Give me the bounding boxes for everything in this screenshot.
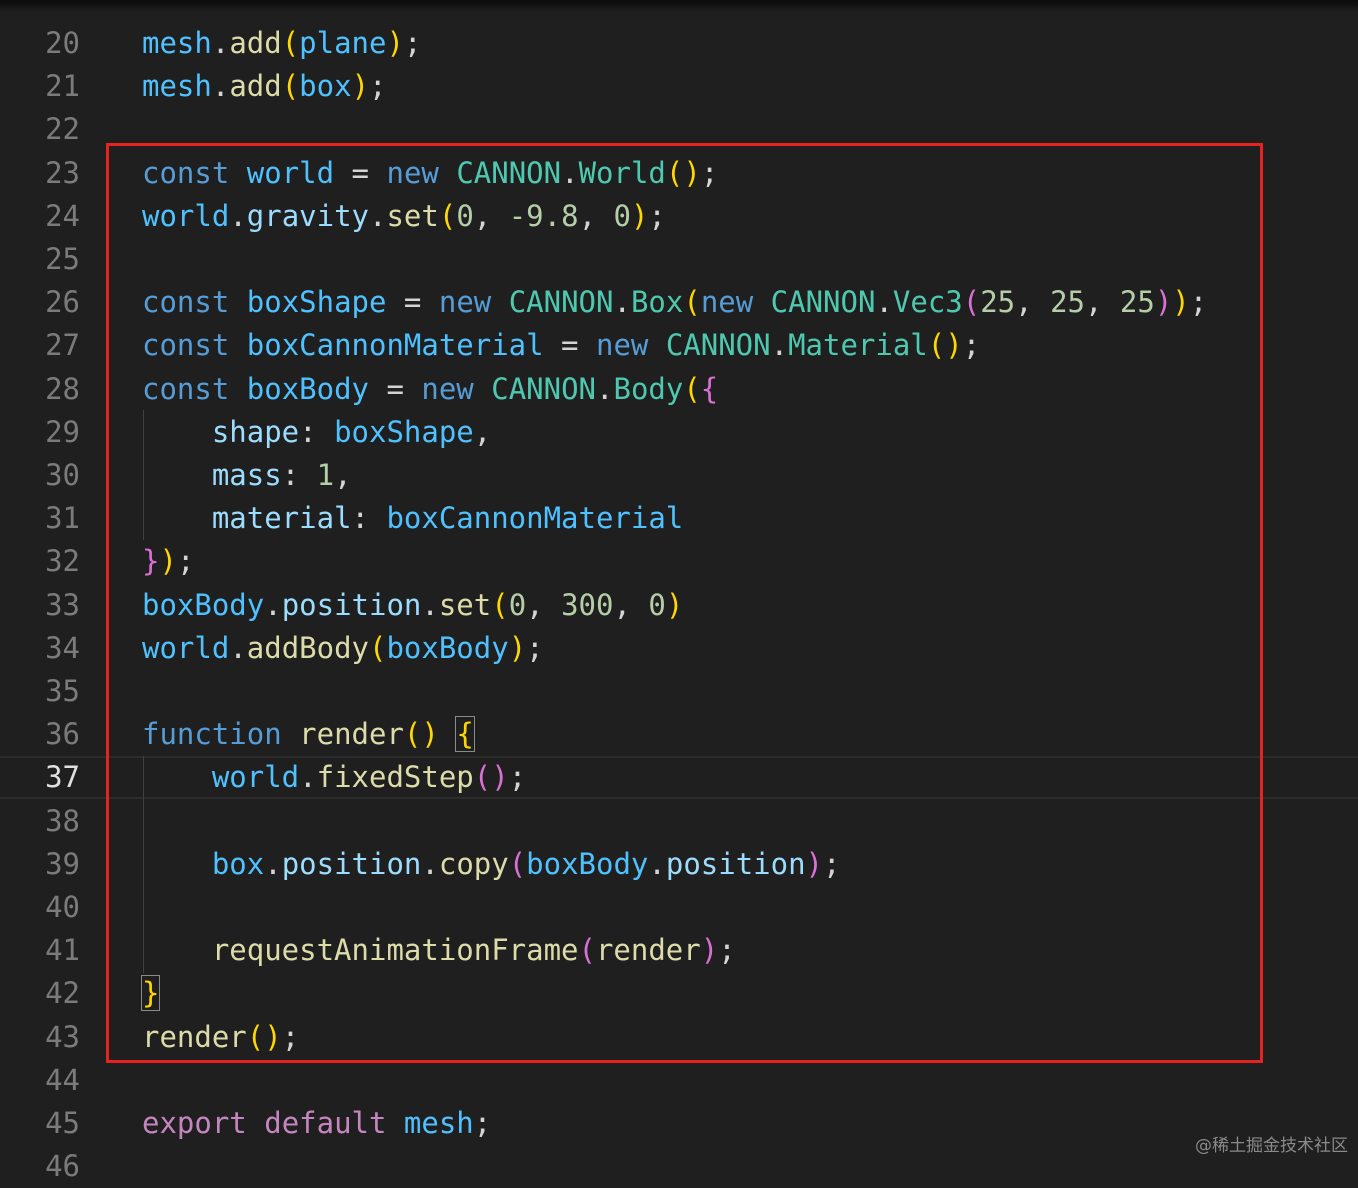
line-number: 40 [45, 890, 80, 924]
line-number: 44 [45, 1062, 80, 1097]
line-number: 29 [45, 414, 80, 449]
code-token: default [264, 1106, 387, 1140]
line-number: 23 [45, 155, 80, 190]
highlight-annotation-box [106, 143, 1263, 1063]
line-number: 35 [45, 674, 80, 708]
line-number: 39 [45, 846, 80, 881]
code-editor[interactable]: 20 mesh.add(plane); 21 mesh.add(box); 22 23 co… [0, 0, 1358, 1183]
code-token: ( [281, 26, 300, 60]
line-number: 32 [45, 544, 80, 579]
code-token: ; [473, 1106, 492, 1140]
code-token: plane [299, 26, 387, 60]
line-number: 42 [45, 976, 80, 1011]
line-number: 34 [45, 630, 80, 665]
line-number: 33 [45, 587, 80, 622]
watermark: @稀土掘金技术社区 [1195, 1136, 1348, 1156]
code-token: . [211, 69, 230, 104]
code-token: mesh [142, 26, 212, 60]
code-token: box [299, 69, 352, 104]
line-number: 20 [45, 26, 80, 60]
code-token: ; [403, 26, 422, 60]
code-token: ) [351, 69, 370, 104]
code-token: mesh [142, 69, 212, 104]
line-number: 37 [45, 760, 80, 795]
code-line-44[interactable]: 44 [0, 1059, 1358, 1102]
line-number: 21 [45, 69, 80, 104]
code-token: export [142, 1106, 247, 1140]
line-number: 36 [45, 717, 80, 752]
code-text[interactable]: mesh.add(box); [142, 65, 387, 108]
code-token: add [229, 69, 282, 104]
line-number: 25 [45, 242, 80, 276]
code-text[interactable]: mesh.add(plane); [142, 22, 421, 65]
line-number: 22 [45, 112, 80, 147]
line-number: 26 [45, 285, 80, 320]
code-line-20[interactable]: 20 mesh.add(plane); [0, 22, 1358, 65]
line-number: 43 [45, 1019, 80, 1054]
code-line-46[interactable]: 46 [0, 1145, 1358, 1188]
code-token: add [229, 26, 282, 60]
code-token: ( [281, 69, 300, 104]
code-text[interactable]: export default mesh; [142, 1102, 491, 1145]
line-number: 45 [45, 1106, 80, 1140]
code-line-45[interactable]: 45 export default mesh; [0, 1102, 1358, 1145]
code-token: . [211, 26, 230, 60]
code-line-21[interactable]: 21 mesh.add(box); [0, 65, 1358, 108]
code-token: ) [386, 26, 404, 60]
code-token: mesh [403, 1106, 474, 1140]
scroll-shadow [0, 0, 1358, 12]
line-number: 27 [45, 328, 80, 363]
line-number: 24 [45, 198, 80, 233]
line-number: 38 [45, 803, 80, 838]
line-number: 30 [45, 458, 80, 492]
line-number: 41 [45, 933, 80, 968]
line-number: 28 [45, 371, 80, 406]
line-number: 31 [45, 501, 80, 536]
code-token: ; [369, 69, 387, 104]
line-number: 46 [45, 1149, 80, 1184]
